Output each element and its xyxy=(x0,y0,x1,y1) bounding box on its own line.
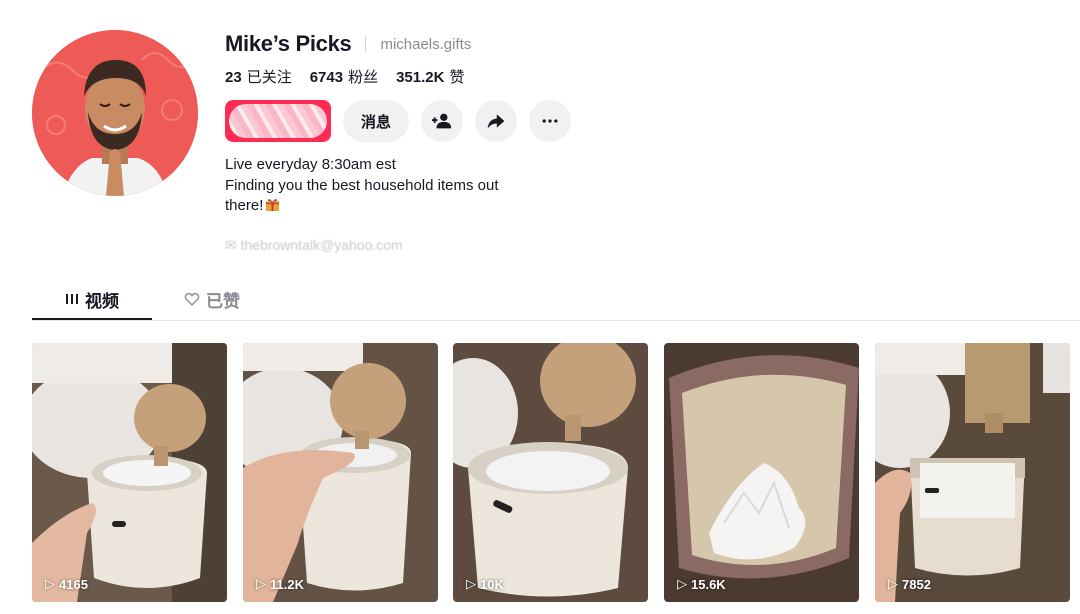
profile-email[interactable]: ✉ thebrowntalk@yahoo.com xyxy=(225,237,403,254)
video-thumbnail xyxy=(453,343,648,602)
video-card[interactable]: ▷ 7852 xyxy=(875,343,1070,602)
view-count: ▷ 10K xyxy=(466,576,504,592)
view-count-text: 7852 xyxy=(902,576,931,592)
video-card[interactable]: ▷ 4165 xyxy=(32,343,227,602)
email-text: thebrowntalk@yahoo.com xyxy=(240,237,403,253)
view-count: ▷ 15.6K xyxy=(677,576,726,592)
play-icon: ▷ xyxy=(256,576,266,591)
view-count-text: 4165 xyxy=(59,576,88,592)
share-icon xyxy=(487,114,505,129)
view-count: ▷ 4165 xyxy=(45,576,88,592)
video-card[interactable]: ▷ 11.2K xyxy=(243,343,438,602)
video-thumbnail xyxy=(664,343,859,602)
video-card[interactable]: ▷ 15.6K xyxy=(664,343,859,602)
play-icon: ▷ xyxy=(45,576,55,591)
followers-label: 粉丝 xyxy=(348,69,379,86)
profile-stats: 23 已关注 6743 粉丝 351.2K 赞 xyxy=(225,66,464,87)
message-button[interactable]: 消息 xyxy=(343,100,410,142)
likes-count: 351.2K xyxy=(396,69,445,86)
following-stat[interactable]: 23 已关注 xyxy=(225,66,292,87)
tab-liked[interactable]: 已赞 xyxy=(184,280,240,318)
profile-name: Mike’s Picks xyxy=(225,31,352,56)
profile-actions: 消息 xyxy=(225,100,572,142)
view-count: ▷ 11.2K xyxy=(256,576,304,592)
more-icon xyxy=(542,119,558,123)
play-icon: ▷ xyxy=(888,576,898,591)
video-thumbnail xyxy=(243,343,438,602)
gift-icon xyxy=(266,199,280,212)
likes-stat: 351.2K 赞 xyxy=(396,66,464,87)
tab-label: 视频 xyxy=(85,291,119,311)
share-button[interactable] xyxy=(475,100,518,142)
video-thumbnail xyxy=(32,343,227,602)
followers-count: 6743 xyxy=(309,69,344,86)
profile-avatar[interactable] xyxy=(32,30,198,196)
more-options-button[interactable] xyxy=(529,100,572,142)
profile-tabs: 视频 已赞 xyxy=(32,280,1080,321)
email-icon: ✉ xyxy=(225,237,241,253)
add-user-icon xyxy=(431,113,452,129)
tab-videos[interactable]: 视频 xyxy=(32,280,152,320)
grid-icon xyxy=(66,294,78,304)
view-count-text: 15.6K xyxy=(691,576,726,592)
play-icon: ▷ xyxy=(466,576,476,591)
following-count: 23 xyxy=(225,69,242,86)
likes-label: 赞 xyxy=(449,69,465,86)
bio-line: Live everyday 8:30am est xyxy=(225,156,396,173)
play-icon: ▷ xyxy=(677,576,687,591)
following-label: 已关注 xyxy=(246,69,292,86)
tab-label: 已赞 xyxy=(206,291,240,311)
view-count-text: 10K xyxy=(480,576,504,592)
profile-handle: michaels.gifts xyxy=(380,35,472,53)
view-count-text: 11.2K xyxy=(270,576,304,592)
bio-line: Finding you the best household items out xyxy=(225,176,499,194)
profile-bio: Live everyday 8:30am est Finding you the… xyxy=(225,155,545,217)
divider xyxy=(365,36,367,52)
video-card[interactable]: ▷ 10K xyxy=(453,343,648,602)
view-count: ▷ 7852 xyxy=(888,576,931,592)
follow-button-blurred-label xyxy=(229,104,327,138)
followers-stat[interactable]: 6743 粉丝 xyxy=(310,66,378,87)
bio-line-with-icon: there! xyxy=(225,196,545,217)
heart-icon xyxy=(184,292,200,306)
video-thumbnail xyxy=(875,343,1070,602)
profile-name-row: Mike’s Picks michaels.gifts xyxy=(225,31,471,57)
follow-button[interactable] xyxy=(225,100,331,142)
add-friend-button[interactable] xyxy=(421,100,464,142)
bio-line: there! xyxy=(225,197,264,214)
